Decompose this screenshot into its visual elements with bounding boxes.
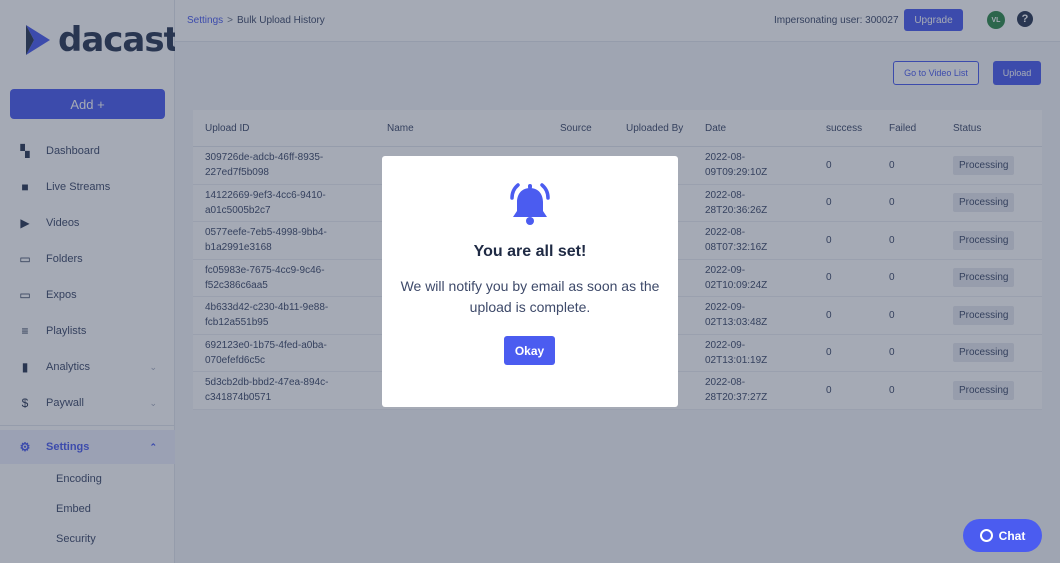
chat-button[interactable]: Chat xyxy=(963,519,1042,552)
chat-bubble-icon xyxy=(979,529,993,542)
upload-success-modal: You are all set! We will notify you by e… xyxy=(382,156,678,407)
chat-label: Chat xyxy=(998,528,1026,543)
okay-button[interactable]: Okay xyxy=(504,336,555,365)
bell-icon xyxy=(510,183,550,225)
modal-title: You are all set! xyxy=(473,243,587,260)
modal-message: We will notify you by email as soon as t… xyxy=(400,278,660,315)
